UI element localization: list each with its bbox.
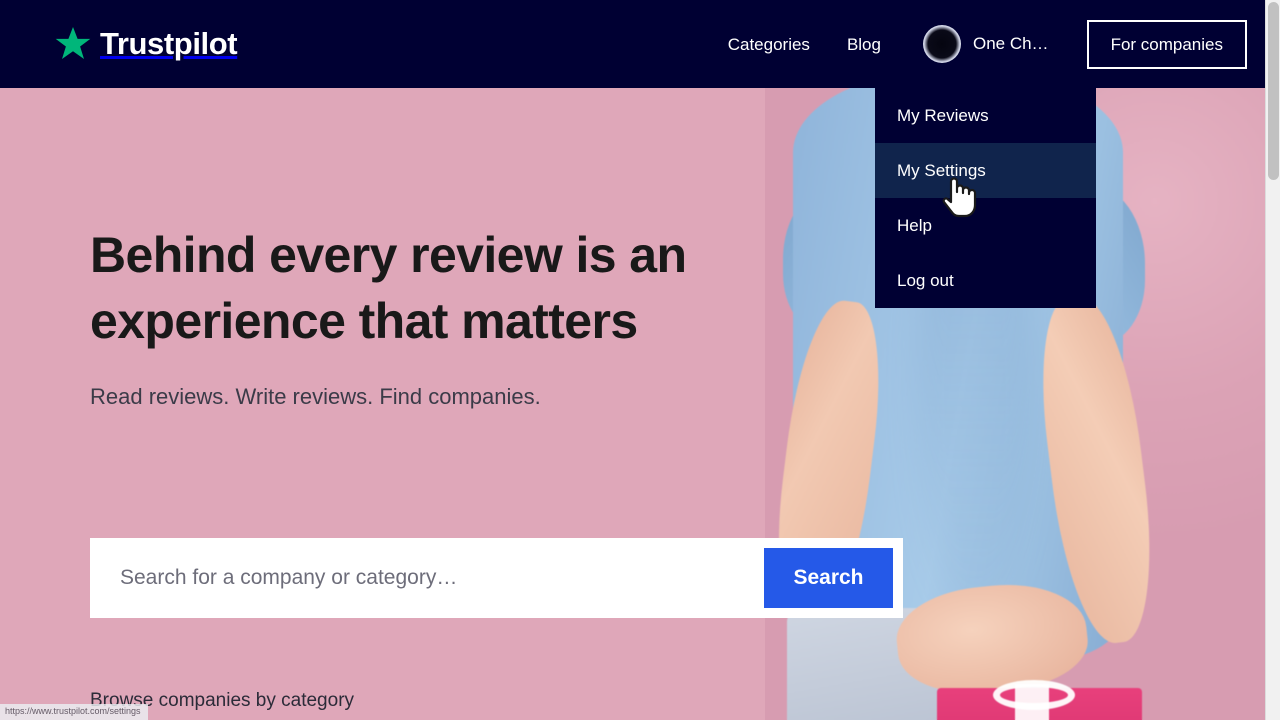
trustpilot-wordmark: Trustpilot [100,26,238,61]
user-avatar-icon [922,25,961,63]
search-button[interactable]: Search [764,548,893,608]
site-header: Trustpilot Categories Blog One Ch… For c… [0,0,1265,88]
browser-viewport: Trustpilot Categories Blog One Ch… For c… [0,0,1280,720]
user-display-name: One Ch… [972,34,1049,53]
scrollbar-thumb[interactable] [1268,2,1279,180]
status-bar-url: https://www.trustpilot.com/settings [0,704,148,720]
for-companies-button[interactable]: For companies [1086,19,1247,69]
menu-item-log-out[interactable]: Log out [875,253,1096,308]
menu-item-help[interactable]: Help [875,198,1096,253]
header-nav: Categories Blog One Ch… For companies [728,0,1247,88]
menu-item-my-reviews[interactable]: My Reviews [875,88,1096,143]
hero-photo-gift-bow [993,680,1075,710]
user-account-dropdown: My Reviews My Settings Help Log out [875,88,1096,308]
page-content: Trustpilot Categories Blog One Ch… For c… [0,0,1265,720]
trustpilot-logo[interactable]: Trustpilot [55,26,238,61]
nav-categories[interactable]: Categories [728,26,810,63]
nav-blog[interactable]: Blog [847,26,881,63]
hero-title-line-1: Behind every review is an [90,227,687,283]
user-menu-trigger[interactable]: One Ch… [922,25,1049,63]
search-bar: Search [90,538,903,618]
hero-title-line-2: experience that matters [90,293,638,349]
hero-title: Behind every review is an experience tha… [90,222,750,354]
vertical-scrollbar[interactable] [1265,0,1280,720]
search-input[interactable] [90,538,764,618]
trustpilot-star-icon [55,26,91,61]
menu-item-my-settings[interactable]: My Settings [875,143,1096,198]
hero-subtitle: Read reviews. Write reviews. Find compan… [90,384,541,409]
